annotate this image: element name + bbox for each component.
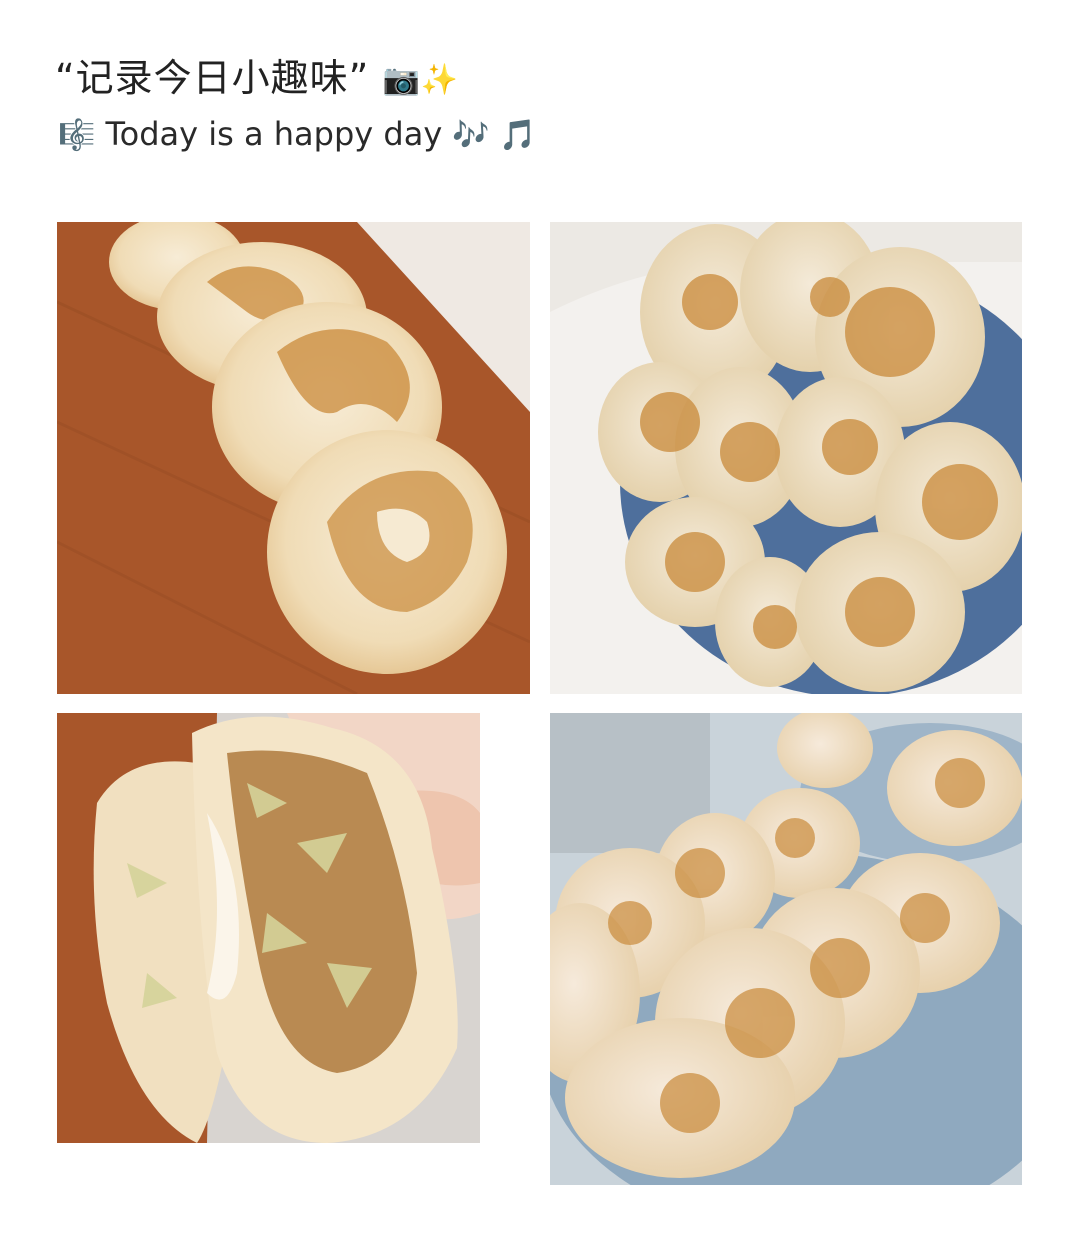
music-score-icon: 🎼 bbox=[58, 118, 96, 153]
page-subtitle: 🎼 Today is a happy day 🎶 🎵 bbox=[58, 112, 537, 158]
photo-bun-filling-image bbox=[57, 713, 480, 1143]
page-title: “记录今日小趣味” 📷✨ bbox=[55, 52, 459, 107]
subtitle-text: Today is a happy day bbox=[105, 115, 443, 153]
photo-buns-on-blue-plate bbox=[550, 222, 1022, 694]
photo-buns-on-blue-plate-image bbox=[550, 222, 1022, 694]
title-text: “记录今日小趣味” bbox=[55, 56, 370, 100]
photo-buns-on-board bbox=[57, 222, 530, 694]
photo-buns-on-light-plates-image bbox=[550, 713, 1022, 1185]
photo-bun-filling bbox=[57, 713, 480, 1143]
music-notes-icon: 🎶 🎵 bbox=[452, 118, 537, 153]
photo-buns-on-board-image bbox=[57, 222, 530, 694]
photo-buns-on-light-plates bbox=[550, 713, 1022, 1185]
camera-sparkle-emoji: 📷✨ bbox=[382, 62, 460, 98]
